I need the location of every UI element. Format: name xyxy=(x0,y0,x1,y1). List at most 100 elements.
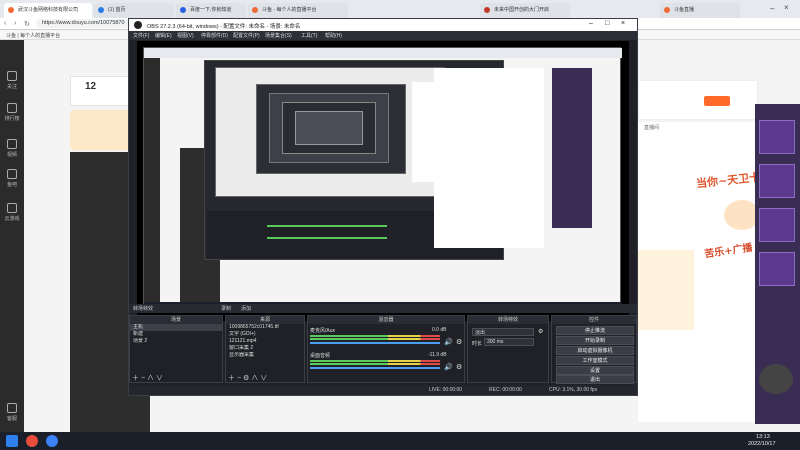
scene-item[interactable]: 新建 xyxy=(130,331,222,338)
volume-meter xyxy=(310,338,440,340)
captured-meter xyxy=(267,237,387,239)
nav-item-service[interactable]: 客服 xyxy=(0,400,24,426)
rank-icon xyxy=(7,103,17,113)
obs-preview[interactable] xyxy=(137,41,629,321)
nav-label: 关注 xyxy=(6,84,17,90)
captured-chat-panel xyxy=(434,68,544,248)
duration-input[interactable]: 300 ms xyxy=(484,338,534,346)
stop-streaming-button[interactable]: 停止推流 xyxy=(556,326,634,335)
menu-edit[interactable]: 编辑(E) xyxy=(155,32,172,39)
info-block xyxy=(634,250,694,330)
studio-mode-button[interactable]: 工作室模式 xyxy=(556,356,634,365)
browser-tab[interactable]: 未来中国开创的大门开启 xyxy=(480,3,570,18)
minimize-icon[interactable]: – xyxy=(770,4,778,13)
source-item[interactable]: 窗口采集 2 xyxy=(226,345,304,352)
refresh-icon[interactable]: ↻ xyxy=(24,20,30,28)
scene-item[interactable]: 主机 xyxy=(130,324,222,331)
nav-item-follow[interactable]: 关注 xyxy=(0,68,24,94)
transition-label: 转场特效 xyxy=(133,306,154,312)
speaker-icon[interactable]: 🔊 xyxy=(444,338,453,346)
obs-title-bar: OBS 27.2.3 (64-bit, windows) - 配置文件: 未命名… xyxy=(129,19,637,31)
menu-tools[interactable]: 工具(T) xyxy=(301,32,317,39)
tab-favicon-icon xyxy=(484,7,490,13)
source-item[interactable]: 文字 (GDI+) xyxy=(226,331,304,338)
scenes-dock-title: 场景 xyxy=(130,316,222,324)
source-item[interactable]: 121121.mp4 xyxy=(226,338,304,345)
gear-icon[interactable]: ⚙ xyxy=(456,363,462,371)
add-scene-button[interactable]: ＋ − ∧ ∨ xyxy=(132,373,163,383)
menu-view[interactable]: 视图(V) xyxy=(177,32,194,39)
promo-card[interactable] xyxy=(759,208,795,242)
source-item[interactable]: 1009865752c01745.ttf xyxy=(226,324,304,331)
headset-icon xyxy=(7,403,17,413)
captured-meter xyxy=(267,225,387,227)
browser-tab[interactable]: 斗鱼直播 xyxy=(660,3,740,18)
bookmark-item[interactable]: 斗鱼 | 每个人的直播平台 xyxy=(6,32,60,39)
sources-dock-title: 来源 xyxy=(226,316,304,324)
minimize-icon[interactable]: – xyxy=(589,20,593,27)
promo-card[interactable] xyxy=(759,120,795,154)
gear-icon[interactable]: ⚙ xyxy=(456,338,462,346)
menu-help[interactable]: 帮助(H) xyxy=(325,32,342,39)
controls-dock-title: 控件 xyxy=(552,316,636,324)
browser-tab-active[interactable]: 武汉斗鱼网络科技有限公司 xyxy=(4,3,92,18)
windows-start-icon[interactable] xyxy=(6,435,18,447)
exit-button[interactable]: 退出 xyxy=(556,375,634,384)
live-time: LIVE: 00:00:00 xyxy=(429,387,463,393)
follow-count: 12 xyxy=(85,81,97,92)
browser-tab[interactable]: 百度一下,你就知道 xyxy=(176,3,246,18)
tab-label: (1) 首页 xyxy=(108,7,126,13)
mixer-track-db: 0.0 dB xyxy=(432,327,447,333)
close-icon[interactable]: × xyxy=(621,20,625,27)
menu-scene-collection[interactable]: 场景集合(S) xyxy=(265,32,292,39)
anchor-card xyxy=(638,80,758,120)
browser-tab[interactable]: (1) 首页 xyxy=(94,3,174,18)
record-indicator[interactable]: 录制 xyxy=(221,305,231,312)
close-icon[interactable]: × xyxy=(784,3,792,12)
scenes-dock: 场景 主机 新建 场景 2 ＋ − ∧ ∨ xyxy=(129,315,223,383)
promo-badge[interactable] xyxy=(759,364,793,394)
tab-label: 百度一下,你就知道 xyxy=(190,7,232,13)
promo-card[interactable] xyxy=(759,252,795,286)
add-label[interactable]: 添加 xyxy=(241,305,251,312)
sources-dock: 来源 1009865752c01745.ttf 文字 (GDI+) 121121… xyxy=(225,315,305,383)
start-recording-button[interactable]: 开始录制 xyxy=(556,336,634,345)
back-icon[interactable]: ‹ xyxy=(4,20,6,27)
chat-icon xyxy=(7,169,17,179)
captured-promo-sidebar xyxy=(552,68,592,228)
settings-button[interactable]: 设置 xyxy=(556,366,634,375)
side-tab-label[interactable]: 直播间 xyxy=(644,124,659,131)
duration-label: 时长 xyxy=(472,341,483,347)
captured-preview-nested-2 xyxy=(269,93,389,163)
taskbar-date: 2022/10/17 xyxy=(748,441,776,447)
speaker-icon[interactable]: 🔊 xyxy=(444,363,453,371)
subscribe-button[interactable] xyxy=(704,96,730,106)
cpu-fps: CPU: 3.1%, 30.00 fps xyxy=(549,387,598,393)
volume-slider[interactable] xyxy=(310,367,440,369)
gear-icon[interactable]: ⚙ xyxy=(538,328,543,335)
nav-item-cloudgame[interactable]: 云游戏 xyxy=(0,200,24,226)
mixer-dock: 混音器 麦克风/Aux 0.0 dB 🔊 ⚙ 桌面音频 -11.9 dB 🔊 ⚙ xyxy=(307,315,465,383)
nav-item-rank[interactable]: 排行榜 xyxy=(0,100,24,126)
source-item[interactable]: 显示器采集 xyxy=(226,352,304,359)
taskbar-time: 13:13 xyxy=(756,434,770,440)
forward-icon[interactable]: › xyxy=(14,20,16,27)
volume-slider[interactable] xyxy=(310,342,440,344)
tab-label: 斗鱼直播 xyxy=(674,7,695,13)
browser-tab[interactable]: 斗鱼 - 每个人的直播平台 xyxy=(248,3,348,18)
virtual-camera-button[interactable]: 启动虚拟摄像机 xyxy=(556,346,634,355)
nav-item-video[interactable]: 视频 xyxy=(0,136,24,162)
tab-label: 斗鱼 - 每个人的直播平台 xyxy=(262,7,317,13)
nav-item-yuba[interactable]: 鱼吧 xyxy=(0,166,24,192)
add-source-button[interactable]: ＋ − ⚙ ∧ ∨ xyxy=(228,373,267,383)
mixer-dock-title: 混音器 xyxy=(308,316,464,324)
menu-profile[interactable]: 配置文件(P) xyxy=(233,32,260,39)
menu-docks[interactable]: 停靠部件(D) xyxy=(201,32,228,39)
menu-file[interactable]: 文件(F) xyxy=(133,32,149,39)
obs-taskbar-icon[interactable] xyxy=(26,435,38,447)
transition-select[interactable]: 淡出 xyxy=(472,328,534,336)
scene-item[interactable]: 场景 2 xyxy=(130,338,222,345)
browser-taskbar-icon[interactable] xyxy=(46,435,58,447)
maximize-icon[interactable]: □ xyxy=(605,20,609,27)
promo-card[interactable] xyxy=(759,164,795,198)
